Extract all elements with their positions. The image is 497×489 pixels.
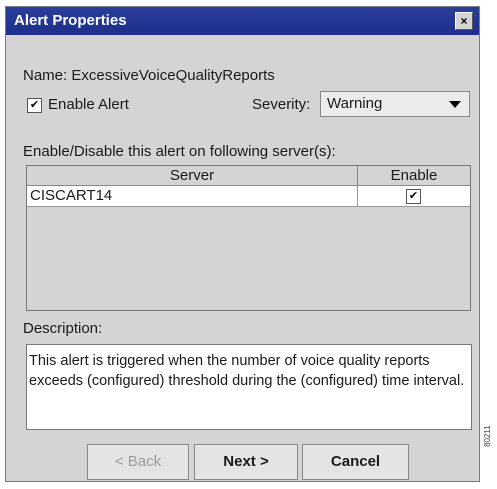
close-icon[interactable]: × bbox=[455, 12, 473, 30]
server-table: Server Enable CISCART14 ✔ bbox=[26, 165, 471, 311]
dropdown-arrow-icon bbox=[449, 101, 461, 108]
figure-id: 80211 bbox=[483, 425, 492, 447]
description-label: Description: bbox=[23, 320, 103, 337]
cancel-button[interactable]: Cancel bbox=[302, 444, 409, 480]
table-cell-enable[interactable]: ✔ bbox=[358, 186, 470, 207]
servers-label: Enable/Disable this alert on following s… bbox=[23, 143, 336, 160]
back-button[interactable]: < Back bbox=[87, 444, 189, 480]
column-header-server[interactable]: Server bbox=[27, 166, 358, 186]
column-header-enable[interactable]: Enable bbox=[358, 166, 470, 186]
alert-properties-dialog: Alert Properties × Name: ExcessiveVoiceQ… bbox=[5, 6, 480, 482]
enable-alert-label: Enable Alert bbox=[48, 96, 129, 113]
alert-name: Name: ExcessiveVoiceQualityReports bbox=[23, 67, 275, 84]
window-title: Alert Properties bbox=[14, 12, 127, 29]
next-button[interactable]: Next > bbox=[194, 444, 298, 480]
title-bar: Alert Properties × bbox=[6, 7, 479, 35]
severity-value: Warning bbox=[327, 95, 383, 112]
enable-alert-checkbox[interactable]: ✔ bbox=[27, 98, 42, 113]
severity-select[interactable]: Warning bbox=[320, 91, 470, 117]
severity-label: Severity: bbox=[252, 96, 311, 113]
table-cell-server[interactable]: CISCART14 bbox=[27, 186, 358, 207]
description-text: This alert is triggered when the number … bbox=[26, 344, 472, 430]
server-enable-checkbox[interactable]: ✔ bbox=[406, 189, 421, 204]
